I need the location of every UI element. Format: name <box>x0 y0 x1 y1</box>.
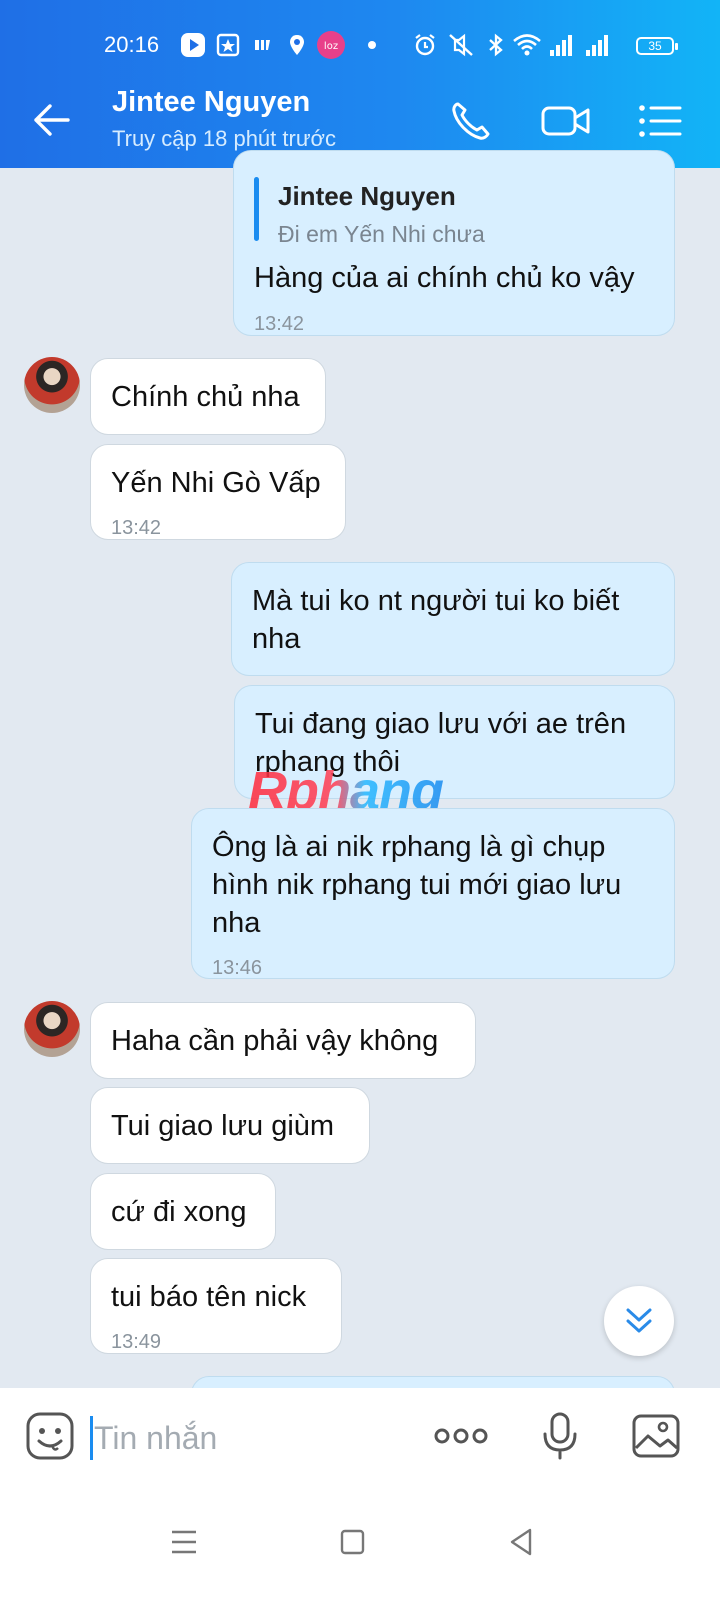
message-bubble-in[interactable]: tui báo tên nick 13:49 <box>90 1258 342 1354</box>
message-text: Chính chủ nha <box>111 381 300 413</box>
message-bubble-in[interactable]: Haha cần phải vậy không <box>90 1002 476 1079</box>
back-nav-icon[interactable] <box>502 1522 542 1562</box>
message-input[interactable] <box>90 1410 410 1466</box>
message-input-bar <box>0 1388 720 1488</box>
bluetooth-icon <box>489 33 503 57</box>
star-badge-icon <box>216 33 240 57</box>
message-time: 13:42 <box>254 313 305 335</box>
message-input-field[interactable] <box>90 1410 410 1466</box>
message-text-line: Ông là ai nik rphang là gì chụp <box>212 831 606 863</box>
message-bubble-out[interactable]: Mà tui ko nt người tui ko biết nha <box>231 562 675 676</box>
status-bar: 20:16 loz 35 <box>0 0 720 72</box>
double-chevron-down-icon <box>626 1308 652 1333</box>
microphone-icon[interactable] <box>534 1410 586 1462</box>
message-text: Yến Nhi Gò Vấp <box>111 467 321 499</box>
message-text-line: nha <box>212 907 261 939</box>
message-time: 13:46 <box>212 957 263 979</box>
heart-app-icon: loz <box>317 31 345 59</box>
back-arrow-icon[interactable] <box>30 98 74 142</box>
app-icon <box>255 40 270 50</box>
status-time: 20:16 <box>104 32 160 57</box>
mute-icon <box>449 33 473 57</box>
quote-bar <box>254 177 259 241</box>
quote-text: Đi em Yến Nhi chưa <box>278 221 485 247</box>
image-gallery-icon[interactable] <box>630 1410 682 1462</box>
message-text-line: hình nik rphang tui mới giao lưu <box>212 869 622 901</box>
quote-sender: Jintee Nguyen <box>278 181 456 211</box>
message-bubble-in[interactable]: Chính chủ nha <box>90 358 326 435</box>
scroll-to-bottom-button[interactable] <box>604 1286 674 1356</box>
message-text-line: nha <box>252 623 301 655</box>
battery-icon: 35 <box>636 37 678 55</box>
message-text-line: Mà tui ko nt người tui ko biết <box>252 585 620 617</box>
signal-icon-2 <box>586 35 608 56</box>
home-icon[interactable] <box>332 1522 372 1562</box>
wifi-icon <box>513 34 541 56</box>
contact-last-seen: Truy cập 18 phút trước <box>112 126 336 151</box>
contact-avatar[interactable] <box>24 357 80 413</box>
message-text: Haha cần phải vậy không <box>111 1025 439 1057</box>
message-time: 13:49 <box>111 1331 162 1353</box>
more-options-icon[interactable] <box>432 1410 490 1462</box>
message-bubble-out[interactable]: Ông là ai nik rphang là gì chụp hình nik… <box>191 808 675 979</box>
menu-list-icon[interactable] <box>638 98 682 144</box>
system-navigation-bar <box>0 1488 720 1600</box>
message-text: tui báo tên nick <box>111 1281 307 1313</box>
play-icon <box>181 33 205 57</box>
message-text: Tui giao lưu giùm <box>111 1110 335 1142</box>
location-icon <box>290 35 304 55</box>
message-text: cứ đi xong <box>111 1196 247 1228</box>
contact-name[interactable]: Jintee Nguyen <box>112 86 310 119</box>
message-bubble-in[interactable]: Tui giao lưu giùm <box>90 1087 370 1164</box>
message-text-line: Tui đang giao lưu với ae trên <box>255 708 627 740</box>
notification-dot <box>368 41 376 49</box>
recent-apps-icon[interactable] <box>164 1522 204 1562</box>
signal-icon <box>550 35 572 56</box>
message-bubble-in[interactable]: Yến Nhi Gò Vấp 13:42 <box>90 444 346 540</box>
message-time: 13:42 <box>111 517 162 539</box>
message-bubble-out[interactable]: Jintee Nguyen Đi em Yến Nhi chưa Hàng củ… <box>233 150 675 336</box>
notification-badge-text: loz <box>324 41 338 52</box>
message-text: Hàng của ai chính chủ ko vậy <box>254 262 635 294</box>
sticker-emoji-icon[interactable] <box>24 1410 76 1462</box>
contact-avatar[interactable] <box>24 1001 80 1057</box>
message-bubble-in[interactable]: cứ đi xong <box>90 1173 276 1250</box>
phone-call-icon[interactable] <box>448 98 494 144</box>
alarm-icon <box>415 34 435 56</box>
video-call-icon[interactable] <box>540 98 592 144</box>
